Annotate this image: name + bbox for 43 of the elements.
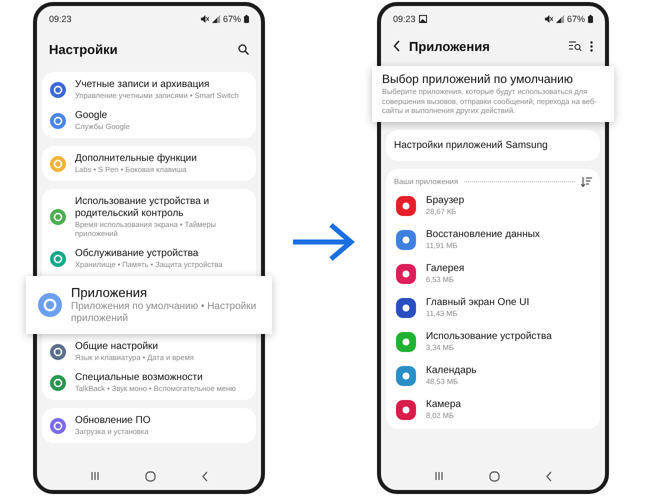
more-options-icon[interactable] (590, 40, 593, 52)
home-icon[interactable] (488, 470, 500, 482)
signal-icon (556, 15, 564, 23)
app-name: Галерея (426, 263, 466, 275)
back-icon[interactable] (544, 470, 552, 482)
item-title: Использование устройства и родительский контроль (75, 196, 210, 220)
item-title: Специальные возможности (75, 372, 204, 384)
recent-apps-icon[interactable] (90, 471, 100, 481)
app-name: Календарь (426, 365, 478, 377)
item-title: Приложения (71, 285, 148, 301)
back-icon[interactable] (200, 470, 208, 482)
battery-percent: 67% (222, 14, 241, 24)
item-title: Обслуживание устройства (75, 248, 200, 260)
signal-icon (212, 15, 220, 23)
mute-icon (200, 15, 209, 23)
item-title: Обновление ПО (75, 415, 152, 427)
settings-item[interactable]: Приложения Приложения по умолчанию • Настройки приложений (26, 276, 272, 334)
recent-apps-icon[interactable] (434, 471, 444, 481)
app-name: Браузер (426, 195, 466, 207)
samsung-app-settings-item[interactable]: Настройки приложений Samsung (386, 130, 600, 160)
battery-icon (244, 15, 249, 23)
battery-icon (588, 15, 593, 23)
app-name: Использование устройства (426, 331, 553, 343)
item-title: Google (75, 110, 108, 122)
status-time: 09:23 (49, 14, 72, 24)
app-name: Главный экран One UI (426, 297, 530, 309)
item-subtitle: Приложения по умолчанию • Настройки приложений (71, 301, 258, 325)
home-icon[interactable] (144, 470, 156, 482)
screen-title: Настройки (49, 42, 119, 56)
item-title: Учетные записи и архивация (75, 79, 210, 91)
search-icon[interactable] (238, 44, 249, 54)
app-name: Камера (426, 399, 462, 411)
item-title: Дополнительные функции (75, 153, 198, 165)
back-icon[interactable] (393, 40, 401, 52)
sort-icon[interactable] (581, 176, 592, 186)
battery-percent: 67% (566, 14, 585, 24)
screen-title: Приложения (409, 38, 491, 54)
app-name: Восстановление данных (426, 229, 541, 241)
item-title: Выбор приложений по умолчанию (382, 72, 574, 87)
mute-icon (544, 15, 553, 23)
status-time: 09:23 (393, 14, 416, 24)
filter-search-icon[interactable] (569, 41, 582, 51)
item-title: Общие настройки (75, 341, 159, 353)
